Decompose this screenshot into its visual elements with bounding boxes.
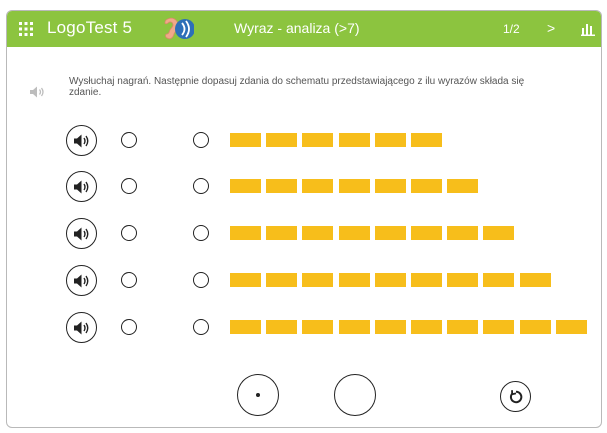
word-block (447, 320, 478, 334)
word-block (375, 273, 406, 287)
word-block (411, 133, 442, 147)
word-block (447, 179, 478, 193)
sentence-radio[interactable] (121, 319, 137, 335)
play-sentence-button[interactable] (66, 265, 97, 296)
empty-circle-button[interactable] (334, 374, 376, 416)
exercise-title: Wyraz - analiza (>7) (234, 20, 360, 36)
word-block (230, 133, 261, 147)
schema-radio[interactable] (193, 178, 209, 194)
speaker-icon (74, 180, 89, 194)
app-title: LogoTest 5 (47, 18, 133, 37)
word-block (411, 320, 442, 334)
word-block (556, 320, 587, 334)
speaker-icon (74, 227, 89, 241)
sentence-radio[interactable] (121, 178, 137, 194)
play-sentence-button[interactable] (66, 312, 97, 343)
page-indicator: 1/2 (503, 22, 520, 36)
word-block (266, 226, 297, 240)
word-block (230, 179, 261, 193)
play-sentence-button[interactable] (66, 218, 97, 249)
menu-grid-icon[interactable] (19, 22, 33, 36)
word-block (447, 273, 478, 287)
instruction-text: Wysłuchaj nagrań. Następnie dopasuj zdan… (69, 76, 525, 98)
top-bar: LogoTest 5 Wyraz - analiza (>7) 1/2 > (7, 11, 601, 47)
word-block (483, 226, 514, 240)
speaker-icon (74, 274, 89, 288)
sentence-radio[interactable] (121, 225, 137, 241)
play-sentence-button[interactable] (66, 125, 97, 156)
speaker-icon (74, 321, 89, 335)
word-block (339, 133, 370, 147)
sentence-row (7, 171, 601, 207)
word-block (483, 320, 514, 334)
word-block (375, 226, 406, 240)
stats-bars-icon[interactable] (581, 22, 595, 36)
word-block (375, 133, 406, 147)
word-block (339, 320, 370, 334)
word-block (411, 273, 442, 287)
speaker-icon (74, 134, 89, 148)
word-block (339, 179, 370, 193)
word-block (483, 273, 514, 287)
word-block (447, 226, 478, 240)
reset-icon (509, 390, 523, 404)
word-block (230, 273, 261, 287)
schema-radio[interactable] (193, 132, 209, 148)
word-block (520, 320, 551, 334)
ear-sound-icon (164, 17, 194, 40)
next-button[interactable]: > (547, 20, 555, 36)
reset-button[interactable] (500, 381, 531, 412)
word-block (302, 179, 333, 193)
schema-radio[interactable] (193, 319, 209, 335)
play-sentence-button[interactable] (66, 171, 97, 202)
word-block (266, 179, 297, 193)
word-block (266, 273, 297, 287)
word-block (302, 226, 333, 240)
dot-button[interactable] (237, 374, 279, 416)
app-frame: LogoTest 5 Wyraz - analiza (>7) 1/2 > Wy… (6, 10, 602, 428)
word-block (411, 226, 442, 240)
schema-radio[interactable] (193, 272, 209, 288)
word-block (266, 133, 297, 147)
dot-point-icon (256, 393, 260, 397)
word-block (266, 320, 297, 334)
word-block (339, 226, 370, 240)
word-block (230, 226, 261, 240)
word-block (375, 320, 406, 334)
sentence-row (7, 312, 601, 348)
word-block (230, 320, 261, 334)
sentence-radio[interactable] (121, 272, 137, 288)
sentence-row (7, 265, 601, 301)
word-block (302, 273, 333, 287)
word-block (339, 273, 370, 287)
sentence-row (7, 218, 601, 254)
word-block (411, 179, 442, 193)
sentence-row (7, 125, 601, 161)
word-block (302, 133, 333, 147)
sentence-radio[interactable] (121, 132, 137, 148)
schema-radio[interactable] (193, 225, 209, 241)
word-block (375, 179, 406, 193)
word-block (302, 320, 333, 334)
word-block (520, 273, 551, 287)
speaker-icon[interactable] (29, 85, 45, 99)
